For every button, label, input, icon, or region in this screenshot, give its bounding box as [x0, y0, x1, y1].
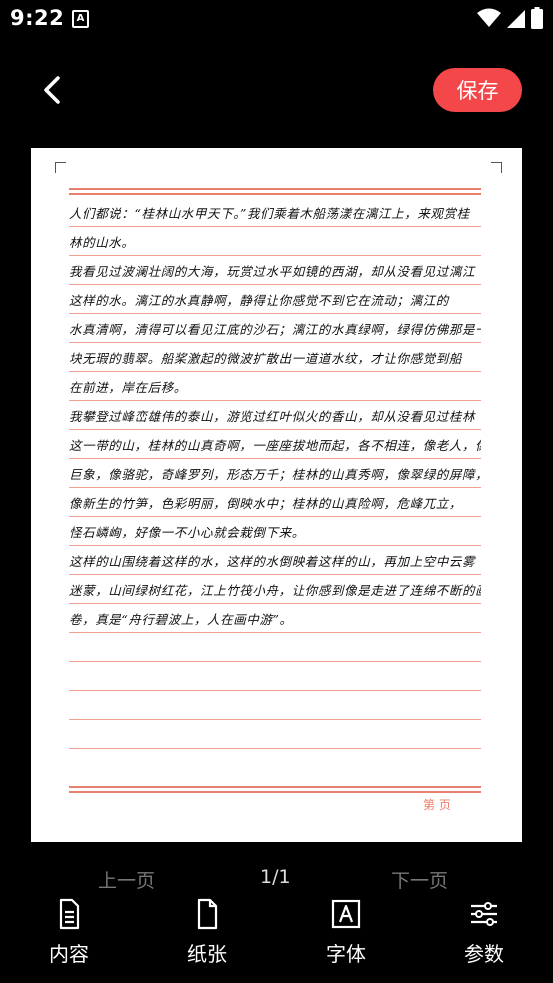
sliders-icon	[471, 902, 497, 926]
handwritten-line: 这一带的山，桂林的山真奇啊，一座座拔地而起，各不相连，像老人，像	[69, 438, 481, 453]
crop-mark	[491, 162, 502, 173]
handwritten-line: 卷，真是“舟行碧波上，人在画中游”。	[69, 612, 293, 627]
nav-params-label: 参数	[464, 942, 504, 966]
writing-rule	[69, 748, 481, 749]
writing-rule	[69, 284, 481, 285]
handwritten-line: 怪石嶙峋，好像一不小心就会栽倒下来。	[69, 525, 305, 540]
pager: 上一页 1/1 下一页	[0, 866, 553, 896]
writing-rule	[69, 516, 481, 517]
status-icons	[477, 7, 543, 29]
page-indicator: 1/1	[260, 866, 291, 888]
writing-rule	[69, 487, 481, 488]
handwritten-line: 这样的山围绕着这样的水，这样的水倒映着这样的山，再加上空中云雾	[69, 554, 476, 569]
writing-rule	[69, 632, 481, 633]
signal-icon	[507, 10, 525, 28]
notification-a-icon: A	[72, 10, 89, 28]
handwritten-line: 像新生的竹笋，色彩明丽，倒映水中；桂林的山真险啊，危峰兀立，	[69, 496, 463, 511]
nav-content[interactable]: 内容	[29, 898, 109, 970]
document-icon	[59, 898, 80, 930]
save-button[interactable]: 保存	[433, 68, 522, 112]
writing-rule	[69, 545, 481, 546]
handwritten-line: 巨象，像骆驼，奇峰罗列，形态万千；桂林的山真秀啊，像翠绿的屏障，	[69, 467, 481, 482]
writing-rule	[69, 574, 481, 575]
top-border-rule	[69, 193, 481, 195]
bottom-nav: 内容 纸张 字体 参数	[0, 898, 553, 970]
wifi-icon	[477, 8, 501, 27]
handwritten-line: 林的山水。	[69, 235, 135, 250]
writing-rule	[69, 400, 481, 401]
chevron-left-icon	[44, 76, 60, 104]
handwritten-line: 这样的水。漓江的水真静啊，静得让你感觉不到它在流动；漓江的	[69, 293, 449, 308]
font-icon	[331, 899, 361, 929]
nav-font[interactable]: 字体	[306, 898, 386, 970]
next-page-button[interactable]: 下一页	[391, 866, 448, 893]
nav-paper[interactable]: 纸张	[167, 898, 247, 970]
nav-content-label: 内容	[49, 942, 89, 966]
bottom-border-rule	[69, 786, 481, 788]
writing-rule	[69, 371, 481, 372]
writing-rule	[69, 342, 481, 343]
writing-rule	[69, 226, 481, 227]
writing-rule	[69, 458, 481, 459]
handwritten-line: 我攀登过峰峦雄伟的泰山，游览过红叶似火的香山，却从没看见过桂林	[69, 409, 476, 424]
back-button[interactable]	[36, 70, 70, 110]
top-border-rule	[69, 188, 481, 190]
paper-icon	[197, 898, 218, 930]
writing-rule	[69, 313, 481, 314]
handwritten-line: 水真清啊，清得可以看见江底的沙石；漓江的水真绿啊，绿得仿佛那是一	[69, 322, 481, 337]
writing-rule	[69, 255, 481, 256]
writing-rule	[69, 429, 481, 430]
writing-rule	[69, 661, 481, 662]
writing-rule	[69, 603, 481, 604]
status-bar: 9:22 A	[0, 0, 553, 38]
handwritten-line: 我看见过波澜壮阔的大海，玩赏过水平如镜的西湖，却从没看见过漓江	[69, 264, 476, 279]
status-time: 9:22	[10, 6, 65, 30]
nav-params[interactable]: 参数	[444, 898, 524, 970]
handwritten-line: 在前进，岸在后移。	[69, 380, 187, 395]
handwritten-line: 块无瑕的翡翠。船桨激起的微波扩散出一道道水纹，才让你感觉到船	[69, 351, 463, 366]
bottom-border-rule	[69, 791, 481, 793]
nav-paper-label: 纸张	[187, 942, 227, 966]
handwritten-line: 人们都说：“桂林山水甲天下。”我们乘着木船荡漾在漓江上，来观赏桂	[69, 206, 470, 221]
paper-preview: 人们都说：“桂林山水甲天下。”我们乘着木船荡漾在漓江上，来观赏桂 林的山水。 我…	[31, 148, 522, 842]
battery-icon	[531, 7, 543, 29]
writing-rule	[69, 719, 481, 720]
handwritten-line: 迷蒙，山间绿树红花，江上竹筏小舟，让你感到像是走进了连绵不断的画	[69, 583, 481, 598]
prev-page-button[interactable]: 上一页	[98, 866, 155, 893]
page-number-label: 第 页	[423, 798, 451, 812]
writing-rule	[69, 690, 481, 691]
nav-font-label: 字体	[326, 942, 366, 966]
crop-mark	[55, 162, 66, 173]
